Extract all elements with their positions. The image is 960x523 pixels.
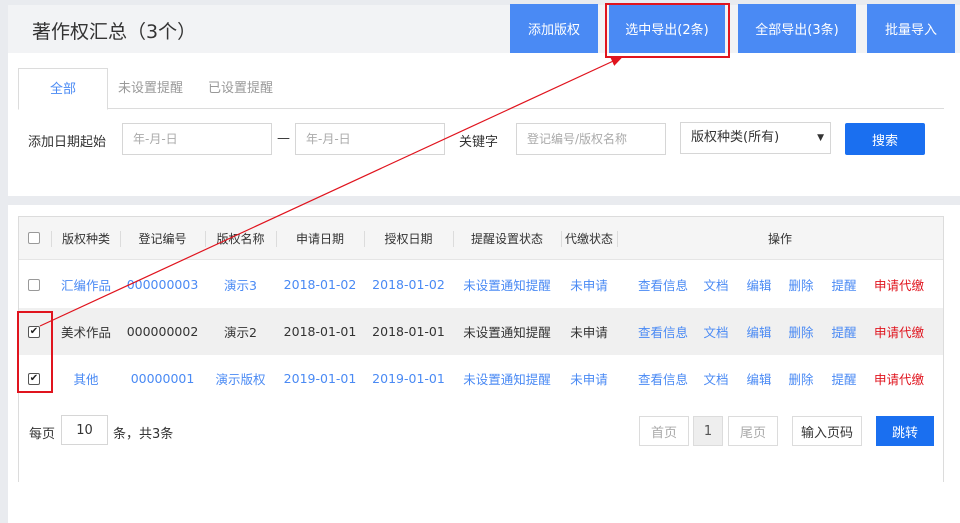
cell-apply-date[interactable]: 2019-01-01: [276, 355, 364, 402]
col-reg-no: 登记编号: [138, 231, 187, 246]
row-checkbox[interactable]: ✔: [28, 372, 40, 385]
row-checkbox[interactable]: ✔: [28, 325, 40, 338]
keyword-label: 关键字: [459, 135, 499, 150]
delete-link[interactable]: 删除: [784, 308, 818, 355]
jump-page-input[interactable]: 输入页码: [792, 416, 862, 446]
date-start-label: 添加日期起始: [28, 135, 107, 150]
date-end-input[interactable]: [295, 123, 445, 155]
delete-link[interactable]: 删除: [784, 355, 818, 402]
export-all-button[interactable]: 全部导出(3条): [738, 4, 856, 53]
cell-grant-date[interactable]: 2019-01-01: [364, 355, 453, 402]
per-page-input[interactable]: 10: [61, 415, 108, 445]
keyword-input[interactable]: [516, 123, 666, 155]
col-grant-date: 授权日期: [384, 231, 433, 246]
row-checkbox[interactable]: [28, 278, 40, 291]
filter-panel: 全部 未设置提醒 已设置提醒 添加日期起始 — 关键字 版权种类(所有) ▼ 搜…: [8, 53, 960, 196]
col-category: 版权种类: [61, 231, 110, 246]
cell-remind-status: 未设置通知提醒: [463, 325, 551, 340]
table-row: 汇编作品 000000003 演示3 2018-01-02 2018-01-02 未设置通…: [19, 261, 943, 308]
cell-reg-no[interactable]: 000000003: [120, 261, 205, 308]
category-select-value: 版权种类(所有): [691, 130, 780, 145]
col-actions: 操作: [767, 231, 792, 246]
tab-all[interactable]: 全部: [18, 68, 108, 110]
cell-name[interactable]: 演示版权: [205, 355, 276, 402]
document-link[interactable]: 文档: [699, 261, 733, 308]
cell-apply-date[interactable]: 2018-01-02: [276, 261, 364, 308]
table-row: ✔ 其他 00000001 演示版权 2019-01-01 2019-01-01 未设置通知…: [19, 355, 943, 402]
remind-link[interactable]: 提醒: [827, 308, 861, 355]
view-info-link[interactable]: 查看信息: [633, 355, 693, 402]
cell-category[interactable]: 汇编作品: [52, 261, 120, 308]
search-button[interactable]: 搜索: [845, 123, 925, 155]
cell-pay-status: 未申请: [570, 325, 608, 340]
cell-apply-date: 2018-01-01: [283, 324, 357, 339]
page-title: 著作权汇总（3个）: [32, 21, 197, 43]
cell-remind-status[interactable]: 未设置通知提醒: [453, 355, 561, 402]
remind-link[interactable]: 提醒: [827, 261, 861, 308]
cell-name[interactable]: 演示3: [205, 261, 276, 308]
tab-no-reminder[interactable]: 未设置提醒: [118, 68, 183, 109]
delete-link[interactable]: 删除: [784, 261, 818, 308]
total-count: 条，共3条: [113, 427, 174, 442]
cell-reg-no[interactable]: 00000001: [120, 355, 205, 402]
edit-link[interactable]: 编辑: [742, 261, 776, 308]
remind-link[interactable]: 提醒: [827, 355, 861, 402]
table-panel: 版权种类 登记编号 版权名称 申请日期 授权日期 提醒设置状态 代缴状态 操作 …: [8, 205, 960, 523]
cell-reg-no: 000000002: [126, 324, 199, 339]
first-page-button[interactable]: 首页: [639, 416, 689, 446]
cell-name: 演示2: [224, 325, 257, 340]
date-start-input[interactable]: [122, 123, 272, 155]
document-link[interactable]: 文档: [699, 355, 733, 402]
cell-grant-date: 2018-01-01: [372, 324, 445, 339]
cell-pay-status[interactable]: 未申请: [561, 261, 617, 308]
cell-category[interactable]: 其他: [52, 355, 120, 402]
tab-bar: 全部 未设置提醒 已设置提醒: [18, 68, 944, 110]
caret-down-icon: ▼: [817, 133, 824, 143]
col-name: 版权名称: [216, 231, 265, 246]
cell-remind-status[interactable]: 未设置通知提醒: [453, 261, 561, 308]
apply-payment-link[interactable]: 申请代缴: [869, 261, 929, 308]
edit-link[interactable]: 编辑: [742, 355, 776, 402]
export-selected-button[interactable]: 选中导出(2条): [609, 4, 725, 53]
batch-import-button[interactable]: 批量导入: [867, 4, 955, 53]
apply-payment-link[interactable]: 申请代缴: [869, 308, 929, 355]
table-row: ✔ 美术作品 000000002 演示2 2018-01-01 2018-01-01 未设置…: [19, 308, 943, 355]
current-page[interactable]: 1: [693, 416, 723, 446]
col-apply-date: 申请日期: [295, 231, 344, 246]
last-page-button[interactable]: 尾页: [728, 416, 778, 446]
edit-link[interactable]: 编辑: [742, 308, 776, 355]
cell-category: 美术作品: [60, 325, 111, 340]
col-remind-status: 提醒设置状态: [470, 231, 543, 246]
category-select[interactable]: 版权种类(所有) ▼: [680, 122, 831, 154]
jump-button[interactable]: 跳转: [876, 416, 934, 446]
document-link[interactable]: 文档: [699, 308, 733, 355]
tab-has-reminder[interactable]: 已设置提醒: [208, 68, 273, 109]
view-info-link[interactable]: 查看信息: [633, 261, 693, 308]
cell-grant-date[interactable]: 2018-01-02: [364, 261, 453, 308]
apply-payment-link[interactable]: 申请代缴: [869, 355, 929, 402]
cell-pay-status[interactable]: 未申请: [561, 355, 617, 402]
add-copyright-button[interactable]: 添加版权: [510, 4, 598, 53]
table-header: 版权种类 登记编号 版权名称 申请日期 授权日期 提醒设置状态 代缴状态 操作: [19, 217, 943, 260]
select-all-checkbox[interactable]: [28, 232, 40, 244]
date-separator: —: [277, 131, 290, 146]
col-pay-status: 代缴状态: [564, 231, 613, 246]
per-page-label: 每页: [29, 427, 56, 442]
view-info-link[interactable]: 查看信息: [633, 308, 693, 355]
